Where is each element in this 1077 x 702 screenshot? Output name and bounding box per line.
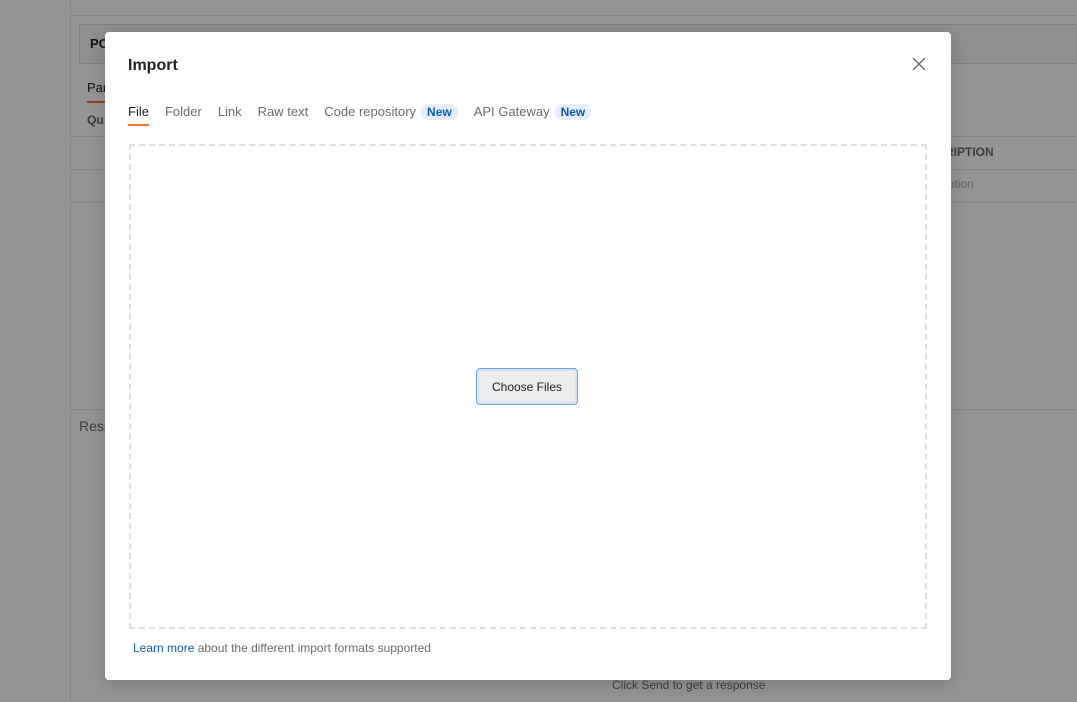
import-help-text: Learn more about the different import fo… [133, 641, 431, 655]
import-tabs: File Folder Link Raw text Code repositor… [128, 104, 592, 128]
new-badge: New [554, 104, 592, 120]
tab-label: File [128, 104, 149, 119]
tab-folder[interactable]: Folder [165, 104, 202, 126]
close-button[interactable] [909, 54, 929, 74]
app-window: PO Par Qu RIPTION iption Resp Click Send… [0, 0, 1077, 702]
tab-code-repository[interactable]: Code repository New [324, 104, 458, 126]
new-badge: New [421, 104, 458, 120]
help-text: about the different import formats suppo… [194, 641, 431, 655]
tab-label: Raw text [257, 104, 309, 119]
tab-label: Code repository [324, 104, 417, 119]
close-icon [912, 57, 926, 71]
choose-files-button[interactable]: Choose Files [476, 368, 578, 405]
tab-api-gateway[interactable]: API Gateway New [474, 104, 592, 126]
tab-link[interactable]: Link [218, 104, 242, 126]
tab-file[interactable]: File [128, 104, 149, 126]
tab-label: Link [217, 104, 242, 119]
learn-more-link[interactable]: Learn more [133, 641, 194, 655]
tab-label: Folder [164, 104, 202, 119]
import-modal: Import File Folder Link Raw text Code re… [105, 32, 951, 680]
tab-label: API Gateway [473, 104, 550, 119]
modal-title: Import [128, 57, 178, 74]
tab-raw-text[interactable]: Raw text [258, 104, 309, 126]
